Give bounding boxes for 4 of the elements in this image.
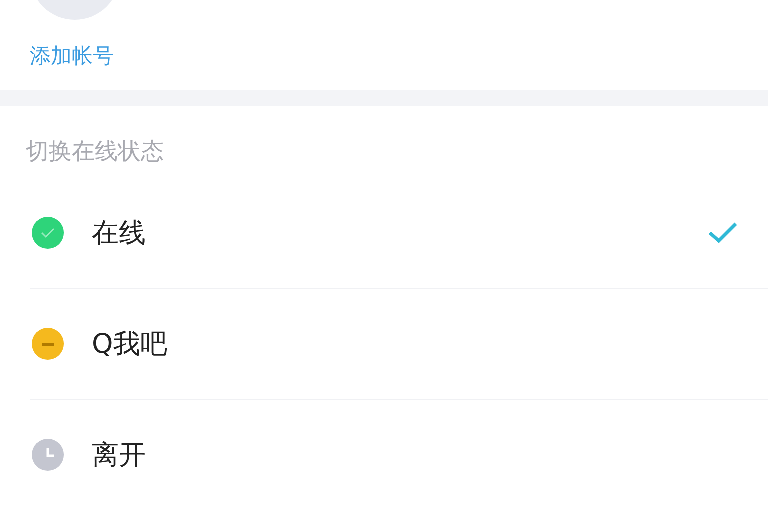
status-option[interactable]: 在线 [30, 178, 768, 289]
status-option[interactable]: Q我吧 [30, 289, 768, 400]
status-option[interactable]: 离开 [30, 400, 768, 510]
section-title: 切换在线状态 [26, 139, 164, 166]
